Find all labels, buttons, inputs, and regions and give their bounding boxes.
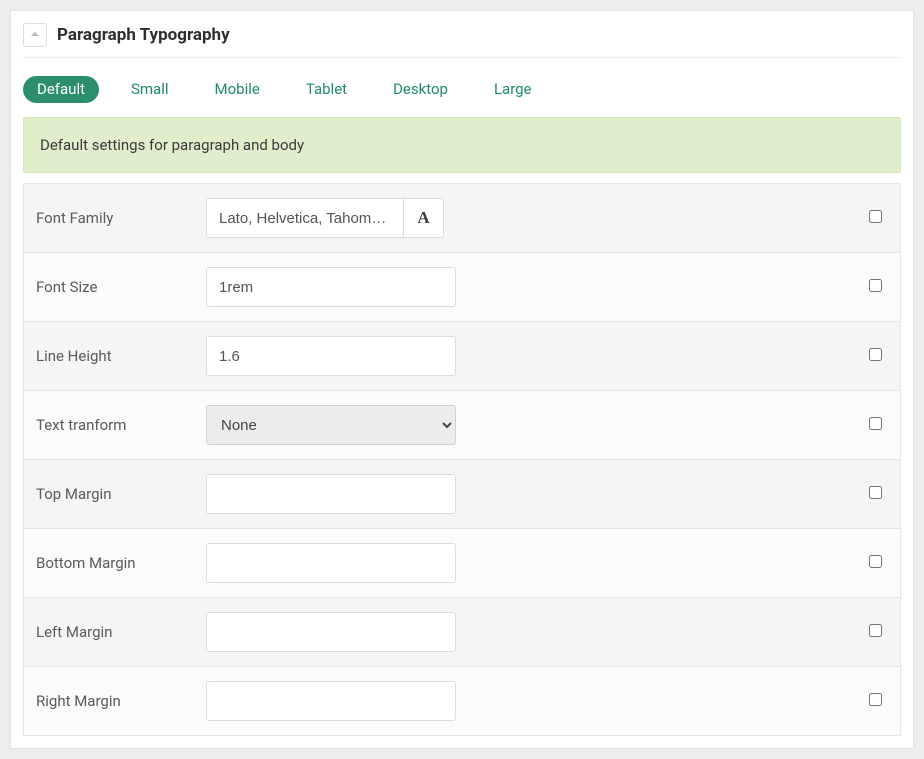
row-bottom-margin: Bottom Margin [24, 529, 900, 598]
override-text-transform-checkbox[interactable] [869, 417, 882, 430]
label-top-margin: Top Margin [36, 485, 206, 503]
breakpoint-tabs: Default Small Mobile Tablet Desktop Larg… [11, 58, 913, 117]
input-top-margin[interactable] [206, 474, 456, 514]
override-right-margin-checkbox[interactable] [869, 693, 882, 706]
override-font-size-checkbox[interactable] [869, 279, 882, 292]
info-banner: Default settings for paragraph and body [23, 117, 901, 173]
override-top-margin-checkbox[interactable] [869, 486, 882, 499]
select-text-transform[interactable]: None [206, 405, 456, 445]
label-font-family: Font Family [36, 209, 206, 227]
row-right-margin: Right Margin [24, 667, 900, 735]
row-font-family: Font Family A [24, 184, 900, 253]
tab-desktop[interactable]: Desktop [379, 76, 462, 103]
tab-default[interactable]: Default [23, 76, 99, 103]
row-line-height: Line Height [24, 322, 900, 391]
tab-tablet[interactable]: Tablet [292, 76, 361, 103]
override-font-family-checkbox[interactable] [869, 210, 882, 223]
input-font-size[interactable] [206, 267, 456, 307]
settings-form: Font Family A Font Size Line Height [23, 183, 901, 736]
override-line-height-checkbox[interactable] [869, 348, 882, 361]
label-text-transform: Text tranform [36, 416, 206, 434]
input-line-height[interactable] [206, 336, 456, 376]
tab-mobile[interactable]: Mobile [201, 76, 274, 103]
input-font-family[interactable] [206, 198, 404, 238]
panel-header: Paragraph Typography [11, 11, 913, 57]
tab-large[interactable]: Large [480, 76, 546, 103]
label-bottom-margin: Bottom Margin [36, 554, 206, 572]
panel-title: Paragraph Typography [57, 25, 230, 45]
row-text-transform: Text tranform None [24, 391, 900, 460]
row-font-size: Font Size [24, 253, 900, 322]
input-left-margin[interactable] [206, 612, 456, 652]
row-left-margin: Left Margin [24, 598, 900, 667]
typography-panel: Paragraph Typography Default Small Mobil… [10, 10, 914, 749]
tab-small[interactable]: Small [117, 76, 183, 103]
input-bottom-margin[interactable] [206, 543, 456, 583]
label-line-height: Line Height [36, 347, 206, 365]
label-right-margin: Right Margin [36, 692, 206, 710]
font-picker-button[interactable]: A [404, 198, 444, 238]
control-font-family: A [206, 198, 456, 238]
row-top-margin: Top Margin [24, 460, 900, 529]
input-right-margin[interactable] [206, 681, 456, 721]
override-left-margin-checkbox[interactable] [869, 624, 882, 637]
label-left-margin: Left Margin [36, 623, 206, 641]
font-icon: A [417, 208, 429, 228]
collapse-button[interactable] [23, 23, 47, 47]
chevron-up-icon [30, 27, 40, 43]
override-bottom-margin-checkbox[interactable] [869, 555, 882, 568]
label-font-size: Font Size [36, 278, 206, 296]
